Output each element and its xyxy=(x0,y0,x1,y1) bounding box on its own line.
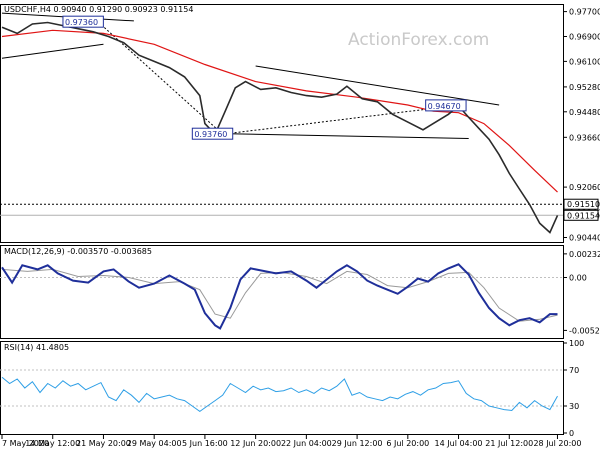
y-tick-label: -0.005201 xyxy=(569,326,600,335)
y-tick-label: 0.95280 xyxy=(569,83,600,92)
x-tick-label: 12 Jun 20:00 xyxy=(230,439,281,448)
x-tick-label: 14 Jul 04:00 xyxy=(435,439,483,448)
y-tick-label: 0.002325 xyxy=(569,250,600,259)
x-tick-label: 5 Jun 16:00 xyxy=(182,439,228,448)
x-tick-label: 29 Jun 12:00 xyxy=(332,439,383,448)
current-tag: 0.91154 xyxy=(567,211,600,220)
y-tick-label: 0.93660 xyxy=(569,133,600,142)
x-tick-label: 29 May 04:00 xyxy=(127,439,182,448)
y-tick-label: 70 xyxy=(569,366,579,375)
level-tag: 0.91510 xyxy=(567,200,600,209)
y-tick-label: 0.94480 xyxy=(569,108,600,117)
swing-label: 0.94670 xyxy=(428,102,461,111)
y-tick-label: 100 xyxy=(569,339,584,348)
x-tick-label: 6 Jul 20:00 xyxy=(386,439,429,448)
macd-title: MACD(12,26,9) -0.003570 -0.003685 xyxy=(4,247,152,256)
price-header: USDCHF,H4 0.90940 0.91290 0.90923 0.9115… xyxy=(4,5,193,14)
swing-label: 0.93760 xyxy=(194,130,227,139)
x-tick-label: 21 Jul 12:00 xyxy=(485,439,533,448)
x-tick-label: 21 May 20:00 xyxy=(76,439,131,448)
chart-canvas: ActionForex.com USDCHF,H4 0.90940 0.9129… xyxy=(0,0,600,450)
y-tick-label: 0 xyxy=(569,429,574,438)
x-tick-label: 22 Jun 04:00 xyxy=(281,439,332,448)
y-tick-label: 30 xyxy=(569,402,579,411)
y-tick-label: 0.96900 xyxy=(569,32,600,41)
x-tick-label: 14 May 12:00 xyxy=(25,439,80,448)
y-tick-label: 0.00 xyxy=(569,274,587,283)
x-tick-label: 28 Jul 20:00 xyxy=(533,439,581,448)
y-tick-label: 0.96100 xyxy=(569,57,600,66)
y-tick-label: 0.92060 xyxy=(569,183,600,192)
rsi-title: RSI(14) 41.4805 xyxy=(4,343,69,352)
y-tick-label: 0.97700 xyxy=(569,8,600,17)
swing-label: 0.97360 xyxy=(65,18,98,27)
watermark: ActionForex.com xyxy=(348,30,489,50)
y-tick-label: 0.90440 xyxy=(569,234,600,243)
